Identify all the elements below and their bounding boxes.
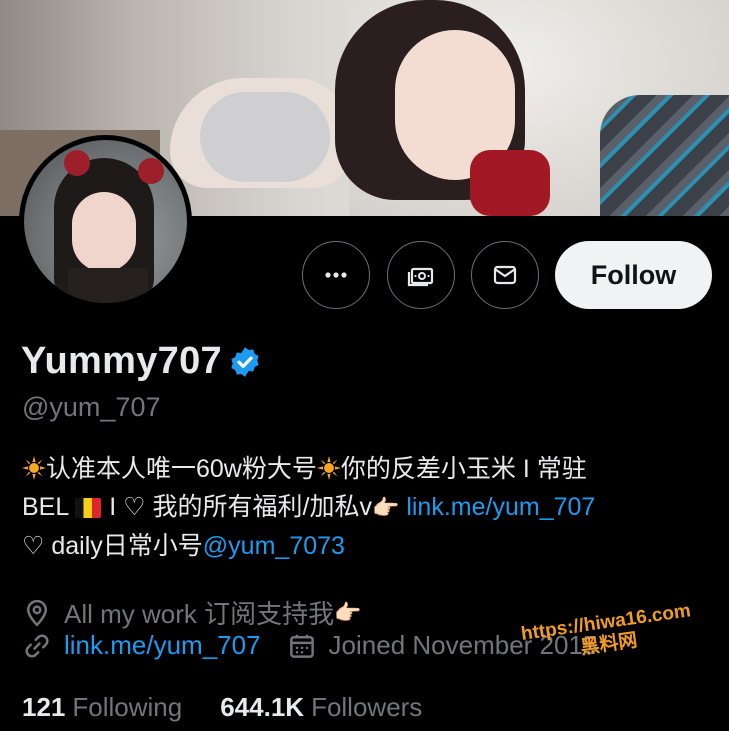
followers-count[interactable]: 644.1K	[220, 692, 304, 723]
verified-badge-icon[interactable]	[228, 345, 262, 379]
avatar[interactable]	[19, 135, 192, 308]
bio-link[interactable]: link.me/yum_707	[406, 493, 595, 521]
bio-text-1a: 认准本人唯一60w粉大号	[46, 455, 317, 483]
bio-line-1: 认准本人唯一60w粉大号 你的反差小玉米 I 常驻	[22, 450, 712, 488]
pointing-hand-emoji: 👉🏻	[334, 599, 362, 625]
subscribe-money-icon	[407, 267, 434, 287]
bio: 认准本人唯一60w粉大号 你的反差小玉米 I 常驻 BEL I ♡ 我的所有福利/…	[22, 450, 712, 565]
calendar-icon	[289, 634, 314, 658]
more-button[interactable]	[302, 241, 370, 309]
follow-button[interactable]: Follow	[555, 241, 712, 309]
location-text: All my work 订阅支持我	[64, 599, 335, 629]
website-link[interactable]: link.me/yum_707	[64, 630, 261, 661]
following-label[interactable]: Following	[72, 692, 182, 723]
profile-location: All my work 订阅支持我 👉🏻	[22, 594, 362, 631]
bio-line-3: ♡ daily日常小号@yum_7073	[22, 527, 712, 565]
belgium-flag-icon	[75, 498, 102, 518]
more-horizontal-icon	[325, 272, 347, 278]
name-row: Yummy707	[21, 340, 262, 383]
mail-icon	[493, 265, 517, 285]
following-count[interactable]: 121	[22, 692, 65, 723]
user-handle: @yum_707	[22, 392, 161, 422]
display-name: Yummy707	[21, 340, 222, 382]
bio-text-1b: 你的反差小玉米 I 常驻	[340, 455, 587, 483]
bio-text-3a: ♡ daily日常小号	[22, 532, 203, 560]
banner-sleeve	[470, 150, 550, 216]
avatar-hair-ornament-right	[138, 158, 164, 184]
location-pin-icon	[26, 599, 48, 627]
avatar-face	[72, 192, 136, 272]
bio-line-2: BEL I ♡ 我的所有福利/加私v👉🏻 link.me/yum_707	[22, 488, 712, 527]
message-button[interactable]	[471, 241, 539, 309]
bio-text-2b: I ♡ 我的所有福利/加私v	[109, 493, 372, 521]
avatar-image	[24, 140, 187, 303]
bio-mention-link[interactable]: @yum_7073	[203, 532, 345, 560]
banner-shorts	[200, 92, 330, 182]
sun-emoji-icon	[22, 456, 46, 480]
followers-label[interactable]: Followers	[311, 692, 422, 723]
banner-blanket	[600, 95, 729, 216]
avatar-dress	[68, 268, 148, 303]
pointing-hand-emoji: 👉🏻	[371, 495, 400, 520]
link-icon	[25, 633, 49, 658]
sun-emoji-icon	[316, 456, 341, 480]
avatar-hair-ornament-left	[64, 150, 90, 176]
subscribe-button[interactable]	[387, 241, 455, 309]
profile-meta-row: link.me/yum_707 Joined November 2015	[22, 630, 597, 661]
bio-text-2a: BEL	[22, 493, 70, 521]
follow-stats: 121 Following 644.1K Followers	[22, 692, 460, 723]
watermark: https://hiwa16.com 黑料网	[520, 600, 695, 667]
